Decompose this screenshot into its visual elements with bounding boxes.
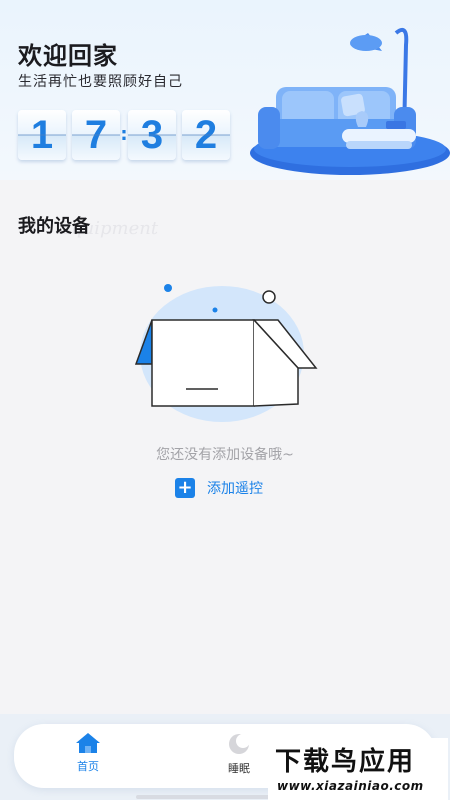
nav-label-sleep: 睡眠 (228, 762, 250, 775)
page-title: 欢迎回家 (18, 42, 118, 70)
clock-digit-hour-ones: 7 (72, 110, 120, 160)
moon-icon (229, 734, 250, 754)
clock-separator: : (120, 124, 128, 145)
section-title: 我的设备 (18, 216, 90, 237)
clock-digit-minute-tens: 3 (128, 110, 176, 160)
add-remote-button[interactable]: + 添加遥控 (175, 478, 263, 498)
plus-icon: + (175, 478, 195, 498)
watermark-title: 下载鸟应用 (275, 747, 416, 777)
living-room-illustration (250, 28, 450, 175)
nav-label-home: 首页 (77, 760, 99, 773)
empty-box-illustration (134, 284, 318, 422)
clock-digit-minute-ones: 2 (182, 110, 230, 160)
home-icon (76, 733, 100, 753)
watermark-url: www.xiazainiao.com (277, 779, 424, 793)
empty-state-message: 您还没有添加设备哦~ (156, 447, 294, 463)
nav-item-sleep[interactable]: 睡眠 (209, 732, 269, 776)
clock-digit-hour-tens: 1 (18, 110, 66, 160)
add-remote-label: 添加遥控 (207, 481, 263, 497)
header: 欢迎回家 生活再忙也要照顾好自己 1 7 : 3 2 (0, 0, 450, 180)
flip-clock: 1 7 : 3 2 (18, 110, 230, 160)
nav-item-home[interactable]: 首页 (58, 732, 118, 774)
page-subtitle: 生活再忙也要照顾好自己 (18, 74, 183, 90)
